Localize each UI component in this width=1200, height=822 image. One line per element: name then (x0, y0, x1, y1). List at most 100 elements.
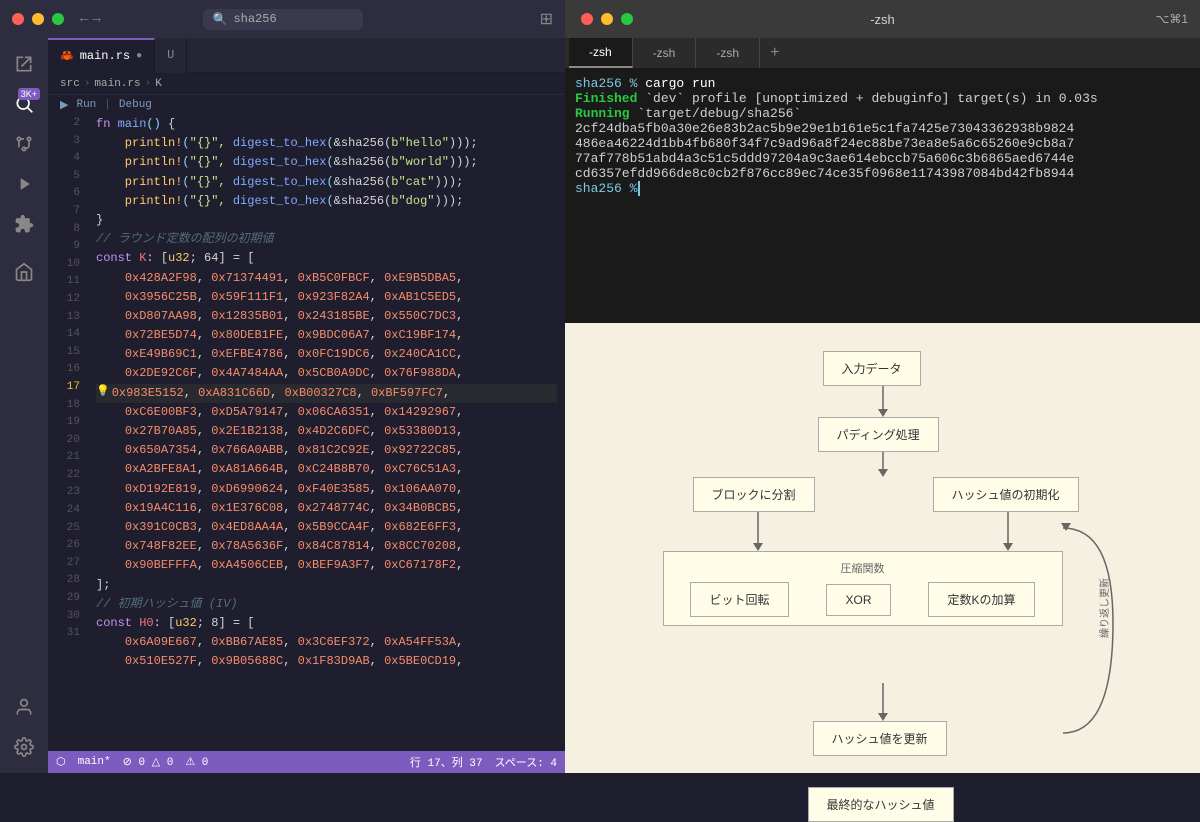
running-text: `target/debug/sha256` (630, 106, 802, 121)
warnings-count[interactable]: ⚠ 0 (185, 755, 208, 769)
code-line-25: 0x748F82EE, 0x78A5636F, 0x84C87814, 0x8C… (96, 537, 557, 556)
terminal-tab-2[interactable]: -zsh (633, 38, 697, 68)
terminal-maximize-button[interactable] (621, 13, 633, 25)
editor-area: 🦀 main.rs ● U src › main.rs › K ▶ Run (48, 38, 565, 773)
cursor (637, 181, 640, 196)
activity-git[interactable] (6, 126, 42, 162)
terminal-close-button[interactable] (581, 13, 593, 25)
rust-file-icon: 🦀 (60, 49, 74, 63)
tab-modified-dot: ● (136, 51, 142, 62)
code-editor[interactable]: 2 3 4 5 6 7 8 9 10 11 12 13 14 15 16 17 (48, 115, 565, 751)
tabs-bar: 🦀 main.rs ● U (48, 38, 565, 73)
activity-run[interactable] (6, 166, 42, 202)
code-line-4: println!("{}", digest_to_hex(&sha256(b"w… (96, 153, 557, 172)
breadcrumb-sep1: › (84, 78, 91, 90)
const-k-label: 定数Kの加算 (928, 582, 1034, 617)
code-line-28: // 初期ハッシュ値 (IV) (96, 595, 557, 614)
run-debug-bar: ▶ Run | Debug (48, 95, 565, 115)
box-final-hash: 最終的なハッシュ値 (808, 787, 954, 822)
code-line-21: 0xA2BFE8A1, 0xA81A664B, 0xC24B8B70, 0xC7… (96, 460, 557, 479)
prompt-2: sha256 % (575, 181, 637, 196)
finished-text: `dev` profile [unoptimized + debuginfo] … (637, 91, 1097, 106)
tab-main-rs[interactable]: 🦀 main.rs ● (48, 38, 155, 73)
diagram-panel: 繰り返し更新 入力データ パディング処理 ブロックに分割 ハッシュ値の初期化 圧… (565, 323, 1200, 773)
errors-count[interactable]: ⊘ 0 △ 0 (123, 755, 174, 769)
close-button[interactable] (12, 13, 24, 25)
hash-init-label: ハッシュ値の初期化 (933, 477, 1079, 512)
code-line-26: 0x90BEFFFA, 0xA4506CEB, 0xBEF9A3F7, 0xC6… (96, 556, 557, 575)
code-line-20: 0x650A7354, 0x766A0ABB, 0x81C2C92E, 0x92… (96, 441, 557, 460)
terminal-tab-1[interactable]: -zsh (569, 38, 633, 68)
terminal-tab-3[interactable]: -zsh (696, 38, 760, 68)
right-panel: -zsh ⌥⌘1 -zsh -zsh -zsh + sha256 % cargo… (565, 0, 1200, 773)
code-line-15: 0xE49B69C1, 0xEFBE4786, 0x0FC19DC6, 0x24… (96, 345, 557, 364)
code-line-3: println!("{}", digest_to_hex(&sha256(b"h… (96, 134, 557, 153)
code-line-16: 0x2DE92C6F, 0x4A7484AA, 0x5CB0A9DC, 0x76… (96, 364, 557, 383)
activity-remote[interactable] (6, 254, 42, 290)
maximize-button[interactable] (52, 13, 64, 25)
nav-arrows: ← → (80, 11, 101, 27)
terminal-line-1: sha256 % cargo run (575, 76, 1190, 91)
code-line-19: 0x27B70A85, 0x2E1B2138, 0x4D2C6DFC, 0x53… (96, 422, 557, 441)
code-line-11: 0x428A2F98, 0x71374491, 0xB5C0FBCF, 0xE9… (96, 269, 557, 288)
code-line-7: } (96, 211, 557, 230)
input-label: 入力データ (823, 351, 921, 386)
terminal-line-2: Finished `dev` profile [unoptimized + de… (575, 91, 1190, 106)
forward-button[interactable]: → (92, 11, 100, 27)
hash-line-4: cd6357efdd966de8c0cb2f876cc89ec74ce35f09… (575, 166, 1190, 181)
svg-text:繰り返し更新: 繰り返し更新 (1098, 578, 1111, 638)
search-badge: 3K+ (18, 88, 40, 100)
line-numbers: 2 3 4 5 6 7 8 9 10 11 12 13 14 15 16 17 (48, 115, 88, 751)
code-line-18: 0xC6E00BF3, 0xD5A79147, 0x06CA6351, 0x14… (96, 403, 557, 422)
breadcrumb-k[interactable]: K (155, 78, 162, 90)
terminal-minimize-button[interactable] (601, 13, 613, 25)
box-hash-update: ハッシュ値を更新 (813, 721, 947, 756)
code-line-17: 💡0x983E5152, 0xA831C66D, 0xB00327C8, 0xB… (96, 384, 557, 403)
activity-accounts[interactable] (6, 689, 42, 725)
block-split-label: ブロックに分割 (693, 477, 815, 512)
remote-icon: ⬡ (56, 755, 66, 769)
tab-u-label: U (167, 48, 174, 62)
status-right: 行 17、列 37 スペース: 4 (410, 754, 557, 770)
code-line-6: println!("{}", digest_to_hex(&sha256(b"d… (96, 192, 557, 211)
box-hash-init: ハッシュ値の初期化 (933, 477, 1079, 512)
vscode-body: 3K+ 🦀 (0, 38, 565, 773)
tab-u[interactable]: U (155, 38, 187, 73)
breadcrumb-src[interactable]: src (60, 78, 80, 90)
cursor-position: 行 17、列 37 (410, 754, 483, 770)
run-icon: ▶ (60, 98, 68, 112)
padding-label: パディング処理 (818, 417, 939, 452)
debug-link[interactable]: Debug (119, 99, 152, 111)
vscode-panel: ← → 🔍 sha256 ⊞ 3K+ (0, 0, 565, 773)
terminal-prompt-2: sha256 % (575, 181, 1190, 196)
running-label: Running (575, 106, 630, 121)
activity-bar: 3K+ (0, 38, 48, 773)
terminal-body: sha256 % cargo run Finished `dev` profil… (565, 68, 1200, 323)
tab-label: main.rs (80, 49, 130, 63)
code-line-24: 0x391C0CB3, 0x4ED8AA4A, 0x5B9CCA4F, 0x68… (96, 518, 557, 537)
activity-settings[interactable] (6, 729, 42, 765)
command-1: cargo run (645, 76, 715, 91)
terminal-titlebar: -zsh ⌥⌘1 (565, 0, 1200, 38)
activity-explorer[interactable] (6, 46, 42, 82)
flowchart-container: 繰り返し更新 入力データ パディング処理 ブロックに分割 ハッシュ値の初期化 圧… (603, 343, 1163, 743)
search-bar[interactable]: 🔍 sha256 (203, 9, 363, 30)
terminal-add-tab[interactable]: + (760, 44, 790, 62)
back-button[interactable]: ← (80, 11, 88, 27)
code-line-5: println!("{}", digest_to_hex(&sha256(b"c… (96, 173, 557, 192)
run-link[interactable]: Run (76, 99, 96, 111)
code-line-9: // ラウンド定数の配列の初期値 (96, 230, 557, 249)
box-padding: パディング処理 (818, 417, 939, 452)
compression-box: 圧縮関数 ビット回転 XOR 定数Kの加算 (663, 551, 1063, 626)
hash-update-label: ハッシュ値を更新 (813, 721, 947, 756)
status-bar: ⬡ main* ⊘ 0 △ 0 ⚠ 0 行 17、列 37 スペース: 4 (48, 751, 565, 773)
final-hash-label: 最終的なハッシュ値 (808, 787, 954, 822)
activity-extensions[interactable] (6, 206, 42, 242)
spaces: スペース: 4 (495, 754, 557, 770)
activity-search[interactable]: 3K+ (6, 86, 42, 122)
compression-label: 圧縮関数 (672, 560, 1054, 576)
breadcrumb-mainrs[interactable]: main.rs (94, 78, 140, 90)
minimize-button[interactable] (32, 13, 44, 25)
branch-name[interactable]: main* (78, 756, 111, 768)
code-line-13: 0xD807AA98, 0x12835B01, 0x243185BE, 0x55… (96, 307, 557, 326)
